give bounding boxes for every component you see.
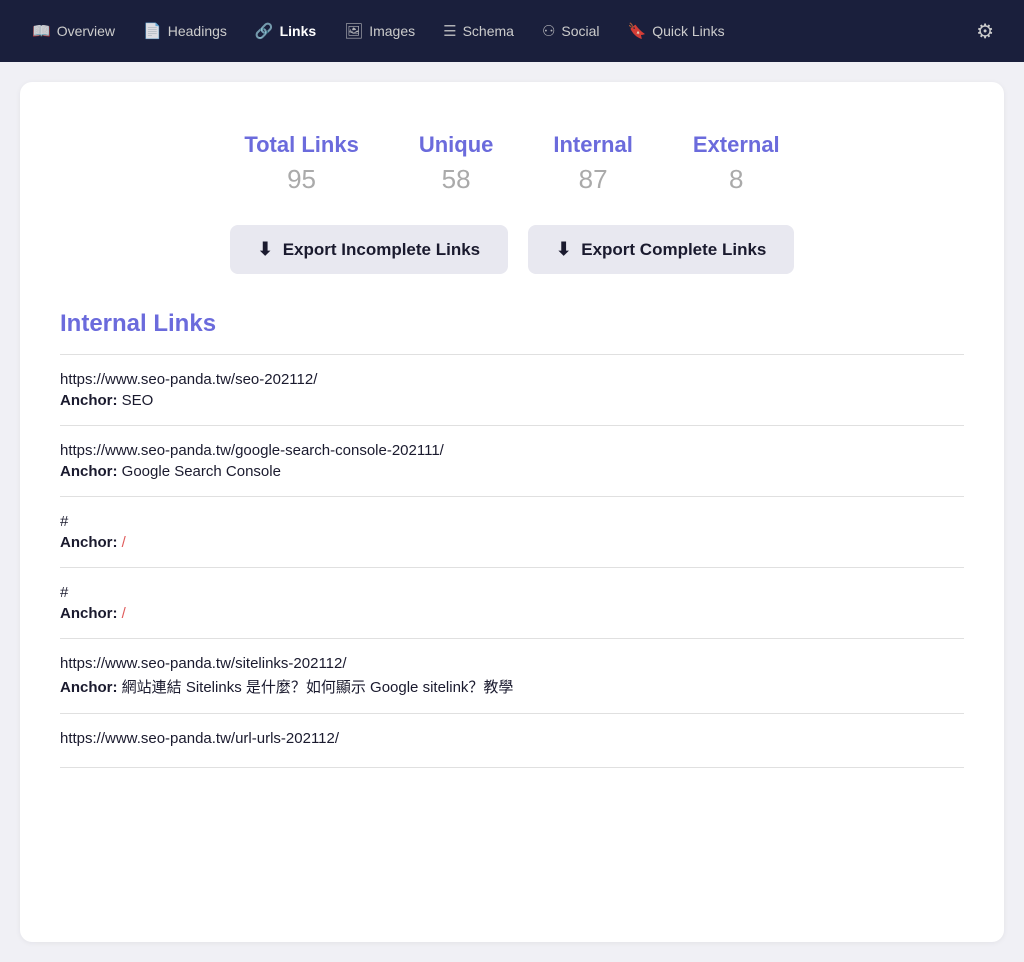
nav-overview[interactable]: 📖 Overview [20,14,127,48]
image-icon: 🖼 [344,22,363,40]
link-item: https://www.seo-panda.tw/seo-202112/Anch… [60,355,964,426]
link-anchor: Anchor: / [60,605,964,622]
anchor-label: Anchor: [60,605,122,622]
anchor-label: Anchor: [60,679,122,696]
link-icon: 🔗 [255,22,274,40]
link-item: # Anchor: / [60,497,964,568]
nav-overview-label: Overview [57,23,115,39]
stat-total-links: Total Links 95 [244,132,359,195]
anchor-label: Anchor: [60,463,122,480]
nav-images[interactable]: 🖼 Images [332,14,427,48]
book-icon: 📖 [32,22,51,40]
settings-icon: ⚙ [976,21,994,43]
stat-internal-label: Internal [553,132,632,158]
nav-headings[interactable]: 📄 Headings [131,14,239,48]
stat-internal-value: 87 [553,164,632,195]
download-complete-icon: ⬇ [556,239,571,260]
social-icon: ⚇ [542,22,555,40]
link-anchor: Anchor: Google Search Console [60,463,964,480]
settings-button[interactable]: ⚙ [966,11,1004,52]
link-item: https://www.seo-panda.tw/sitelinks-20211… [60,639,964,714]
link-item: # Anchor: / [60,568,964,639]
export-row: ⬇ Export Incomplete Links ⬇ Export Compl… [60,225,964,274]
anchor-value: / [122,605,126,622]
nav-links[interactable]: 🔗 Links [243,14,328,48]
anchor-value: Google Search Console [122,463,281,480]
nav-schema-label: Schema [463,23,514,39]
internal-links-section: Internal Links https://www.seo-panda.tw/… [60,310,964,768]
link-item: https://www.seo-panda.tw/url-urls-202112… [60,714,964,768]
nav-social[interactable]: ⚇ Social [530,14,612,48]
nav-schema[interactable]: ☰ Schema [431,14,526,48]
download-incomplete-icon: ⬇ [258,239,273,260]
stat-internal: Internal 87 [553,132,632,195]
link-anchor: Anchor: 網站連結 Sitelinks 是什麼？如何顯示 Google s… [60,676,964,697]
anchor-value: / [122,534,126,551]
anchor-value: SEO [122,392,154,409]
stat-unique-value: 58 [419,164,494,195]
link-item: https://www.seo-panda.tw/google-search-c… [60,426,964,497]
anchor-label: Anchor: [60,534,122,551]
stat-external: External 8 [693,132,780,195]
document-icon: 📄 [143,22,162,40]
nav-social-label: Social [561,23,599,39]
content-wrapper: Total Links 95 Unique 58 Internal 87 Ext… [0,62,1024,962]
link-url: https://www.seo-panda.tw/seo-202112/ [60,371,964,388]
quicklinks-icon: 🔖 [628,22,647,40]
stat-unique-label: Unique [419,132,494,158]
links-list: https://www.seo-panda.tw/seo-202112/Anch… [60,354,964,768]
link-url: # [60,584,964,601]
nav-quicklinks-label: Quick Links [652,23,724,39]
link-url: https://www.seo-panda.tw/url-urls-202112… [60,730,964,747]
navigation-bar: 📖 Overview 📄 Headings 🔗 Links 🖼 Images ☰… [0,0,1024,62]
export-complete-button[interactable]: ⬇ Export Complete Links [528,225,794,274]
stats-row: Total Links 95 Unique 58 Internal 87 Ext… [60,112,964,225]
export-complete-label: Export Complete Links [581,240,766,260]
stat-external-label: External [693,132,780,158]
link-url: # [60,513,964,530]
link-url: https://www.seo-panda.tw/google-search-c… [60,442,964,459]
nav-headings-label: Headings [168,23,227,39]
schema-icon: ☰ [443,22,456,40]
main-card: Total Links 95 Unique 58 Internal 87 Ext… [20,82,1004,942]
anchor-value: 網站連結 Sitelinks 是什麼？如何顯示 Google sitelink？… [122,679,514,696]
export-incomplete-button[interactable]: ⬇ Export Incomplete Links [230,225,509,274]
export-incomplete-label: Export Incomplete Links [283,240,480,260]
anchor-label: Anchor: [60,392,122,409]
stat-external-value: 8 [693,164,780,195]
link-anchor: Anchor: SEO [60,392,964,409]
internal-links-title: Internal Links [60,310,964,338]
stat-total-links-value: 95 [244,164,359,195]
nav-quicklinks[interactable]: 🔖 Quick Links [616,14,737,48]
nav-images-label: Images [369,23,415,39]
stat-total-links-label: Total Links [244,132,359,158]
stat-unique: Unique 58 [419,132,494,195]
link-anchor: Anchor: / [60,534,964,551]
link-url: https://www.seo-panda.tw/sitelinks-20211… [60,655,964,672]
nav-links-label: Links [280,23,317,39]
